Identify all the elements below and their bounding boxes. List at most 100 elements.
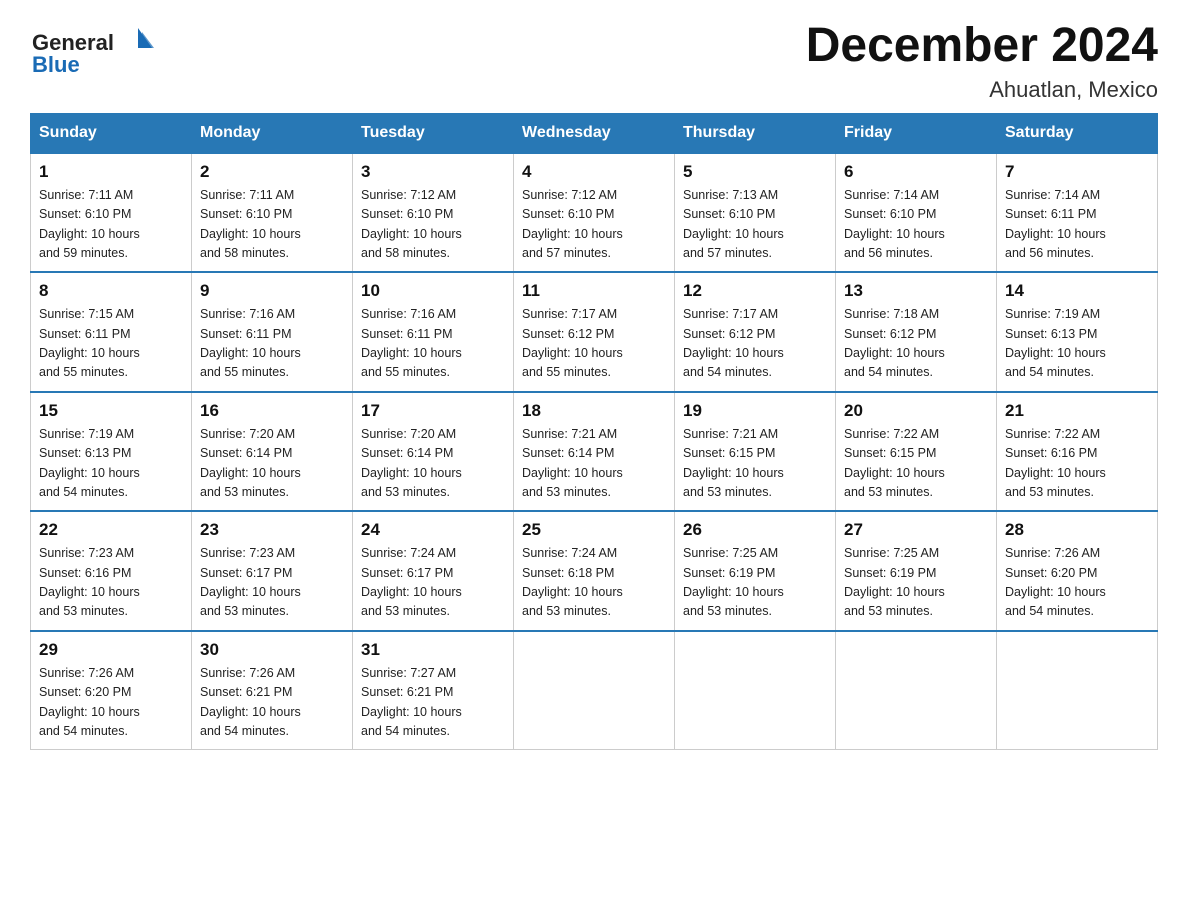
col-header-thursday: Thursday (675, 113, 836, 153)
day-number: 1 (39, 162, 183, 182)
day-number: 20 (844, 401, 988, 421)
calendar-table: SundayMondayTuesdayWednesdayThursdayFrid… (30, 113, 1158, 751)
calendar-week-4: 22 Sunrise: 7:23 AMSunset: 6:16 PMDayligh… (31, 511, 1158, 631)
calendar-cell: 17 Sunrise: 7:20 AMSunset: 6:14 PMDayligh… (353, 392, 514, 512)
day-number: 7 (1005, 162, 1149, 182)
col-header-tuesday: Tuesday (353, 113, 514, 153)
calendar-cell: 3 Sunrise: 7:12 AMSunset: 6:10 PMDaylight… (353, 153, 514, 273)
day-info: Sunrise: 7:15 AMSunset: 6:11 PMDaylight:… (39, 305, 183, 383)
day-number: 31 (361, 640, 505, 660)
day-number: 30 (200, 640, 344, 660)
day-info: Sunrise: 7:24 AMSunset: 6:18 PMDaylight:… (522, 544, 666, 622)
day-info: Sunrise: 7:19 AMSunset: 6:13 PMDaylight:… (39, 425, 183, 503)
day-info: Sunrise: 7:24 AMSunset: 6:17 PMDaylight:… (361, 544, 505, 622)
calendar-cell: 30 Sunrise: 7:26 AMSunset: 6:21 PMDayligh… (192, 631, 353, 750)
calendar-cell: 9Sunrise: 7:16 AMSunset: 6:11 PMDaylight… (192, 272, 353, 392)
day-info: Sunrise: 7:25 AMSunset: 6:19 PMDaylight:… (683, 544, 827, 622)
calendar-cell: 25 Sunrise: 7:24 AMSunset: 6:18 PMDayligh… (514, 511, 675, 631)
day-info: Sunrise: 7:16 AMSunset: 6:11 PMDaylight:… (200, 305, 344, 383)
day-info: Sunrise: 7:11 AMSunset: 6:10 PMDaylight:… (200, 186, 344, 264)
calendar-cell (675, 631, 836, 750)
day-info: Sunrise: 7:12 AMSunset: 6:10 PMDaylight:… (522, 186, 666, 264)
day-info: Sunrise: 7:23 AMSunset: 6:17 PMDaylight:… (200, 544, 344, 622)
calendar-cell: 24 Sunrise: 7:24 AMSunset: 6:17 PMDayligh… (353, 511, 514, 631)
day-info: Sunrise: 7:26 AMSunset: 6:20 PMDaylight:… (1005, 544, 1149, 622)
day-number: 27 (844, 520, 988, 540)
calendar-cell: 4Sunrise: 7:12 AMSunset: 6:10 PMDaylight… (514, 153, 675, 273)
day-number: 14 (1005, 281, 1149, 301)
calendar-cell: 1 Sunrise: 7:11 AMSunset: 6:10 PMDaylight… (31, 153, 192, 273)
day-info: Sunrise: 7:13 AMSunset: 6:10 PMDaylight:… (683, 186, 827, 264)
day-info: Sunrise: 7:18 AMSunset: 6:12 PMDaylight:… (844, 305, 988, 383)
day-info: Sunrise: 7:12 AMSunset: 6:10 PMDaylight:… (361, 186, 505, 264)
calendar-cell: 11Sunrise: 7:17 AMSunset: 6:12 PMDayligh… (514, 272, 675, 392)
calendar-cell: 28Sunrise: 7:26 AMSunset: 6:20 PMDayligh… (997, 511, 1158, 631)
day-number: 17 (361, 401, 505, 421)
calendar-cell: 16 Sunrise: 7:20 AMSunset: 6:14 PMDayligh… (192, 392, 353, 512)
logo-svg: General Blue (30, 20, 160, 80)
day-info: Sunrise: 7:26 AMSunset: 6:20 PMDaylight:… (39, 664, 183, 742)
col-header-monday: Monday (192, 113, 353, 153)
calendar-cell: 31 Sunrise: 7:27 AMSunset: 6:21 PMDayligh… (353, 631, 514, 750)
day-info: Sunrise: 7:17 AMSunset: 6:12 PMDaylight:… (522, 305, 666, 383)
page-header: General Blue December 2024 Ahuatlan, Mex… (30, 20, 1158, 103)
calendar-cell: 15 Sunrise: 7:19 AMSunset: 6:13 PMDayligh… (31, 392, 192, 512)
day-info: Sunrise: 7:26 AMSunset: 6:21 PMDaylight:… (200, 664, 344, 742)
calendar-cell: 22 Sunrise: 7:23 AMSunset: 6:16 PMDayligh… (31, 511, 192, 631)
day-info: Sunrise: 7:20 AMSunset: 6:14 PMDaylight:… (200, 425, 344, 503)
col-header-wednesday: Wednesday (514, 113, 675, 153)
day-info: Sunrise: 7:11 AMSunset: 6:10 PMDaylight:… (39, 186, 183, 264)
day-info: Sunrise: 7:27 AMSunset: 6:21 PMDaylight:… (361, 664, 505, 742)
title-block: December 2024 Ahuatlan, Mexico (806, 20, 1158, 103)
day-info: Sunrise: 7:22 AMSunset: 6:15 PMDaylight:… (844, 425, 988, 503)
day-number: 13 (844, 281, 988, 301)
calendar-cell (514, 631, 675, 750)
day-number: 10 (361, 281, 505, 301)
day-number: 15 (39, 401, 183, 421)
day-number: 19 (683, 401, 827, 421)
day-number: 3 (361, 162, 505, 182)
day-info: Sunrise: 7:25 AMSunset: 6:19 PMDaylight:… (844, 544, 988, 622)
calendar-cell: 21Sunrise: 7:22 AMSunset: 6:16 PMDayligh… (997, 392, 1158, 512)
calendar-cell: 10 Sunrise: 7:16 AMSunset: 6:11 PMDayligh… (353, 272, 514, 392)
day-info: Sunrise: 7:22 AMSunset: 6:16 PMDaylight:… (1005, 425, 1149, 503)
day-info: Sunrise: 7:23 AMSunset: 6:16 PMDaylight:… (39, 544, 183, 622)
day-number: 24 (361, 520, 505, 540)
day-number: 12 (683, 281, 827, 301)
day-number: 6 (844, 162, 988, 182)
day-info: Sunrise: 7:14 AMSunset: 6:11 PMDaylight:… (1005, 186, 1149, 264)
calendar-header-row: SundayMondayTuesdayWednesdayThursdayFrid… (31, 113, 1158, 153)
day-info: Sunrise: 7:20 AMSunset: 6:14 PMDaylight:… (361, 425, 505, 503)
day-number: 16 (200, 401, 344, 421)
day-number: 2 (200, 162, 344, 182)
calendar-cell (836, 631, 997, 750)
calendar-cell (997, 631, 1158, 750)
calendar-cell: 2 Sunrise: 7:11 AMSunset: 6:10 PMDaylight… (192, 153, 353, 273)
month-title: December 2024 (806, 20, 1158, 73)
day-number: 23 (200, 520, 344, 540)
day-number: 26 (683, 520, 827, 540)
calendar-cell: 18 Sunrise: 7:21 AMSunset: 6:14 PMDayligh… (514, 392, 675, 512)
calendar-week-5: 29 Sunrise: 7:26 AMSunset: 6:20 PMDayligh… (31, 631, 1158, 750)
day-number: 8 (39, 281, 183, 301)
logo: General Blue (30, 20, 160, 80)
calendar-week-2: 8 Sunrise: 7:15 AMSunset: 6:11 PMDaylight… (31, 272, 1158, 392)
day-info: Sunrise: 7:17 AMSunset: 6:12 PMDaylight:… (683, 305, 827, 383)
svg-text:Blue: Blue (32, 52, 80, 77)
calendar-cell: 29 Sunrise: 7:26 AMSunset: 6:20 PMDayligh… (31, 631, 192, 750)
calendar-cell: 5Sunrise: 7:13 AMSunset: 6:10 PMDaylight… (675, 153, 836, 273)
calendar-cell: 14 Sunrise: 7:19 AMSunset: 6:13 PMDayligh… (997, 272, 1158, 392)
day-info: Sunrise: 7:21 AMSunset: 6:14 PMDaylight:… (522, 425, 666, 503)
day-number: 25 (522, 520, 666, 540)
calendar-week-3: 15 Sunrise: 7:19 AMSunset: 6:13 PMDayligh… (31, 392, 1158, 512)
day-info: Sunrise: 7:19 AMSunset: 6:13 PMDaylight:… (1005, 305, 1149, 383)
calendar-cell: 8 Sunrise: 7:15 AMSunset: 6:11 PMDaylight… (31, 272, 192, 392)
day-number: 22 (39, 520, 183, 540)
location: Ahuatlan, Mexico (806, 77, 1158, 103)
calendar-cell: 19Sunrise: 7:21 AMSunset: 6:15 PMDayligh… (675, 392, 836, 512)
calendar-cell: 13 Sunrise: 7:18 AMSunset: 6:12 PMDayligh… (836, 272, 997, 392)
day-number: 18 (522, 401, 666, 421)
calendar-cell: 7 Sunrise: 7:14 AMSunset: 6:11 PMDaylight… (997, 153, 1158, 273)
day-number: 29 (39, 640, 183, 660)
day-info: Sunrise: 7:16 AMSunset: 6:11 PMDaylight:… (361, 305, 505, 383)
